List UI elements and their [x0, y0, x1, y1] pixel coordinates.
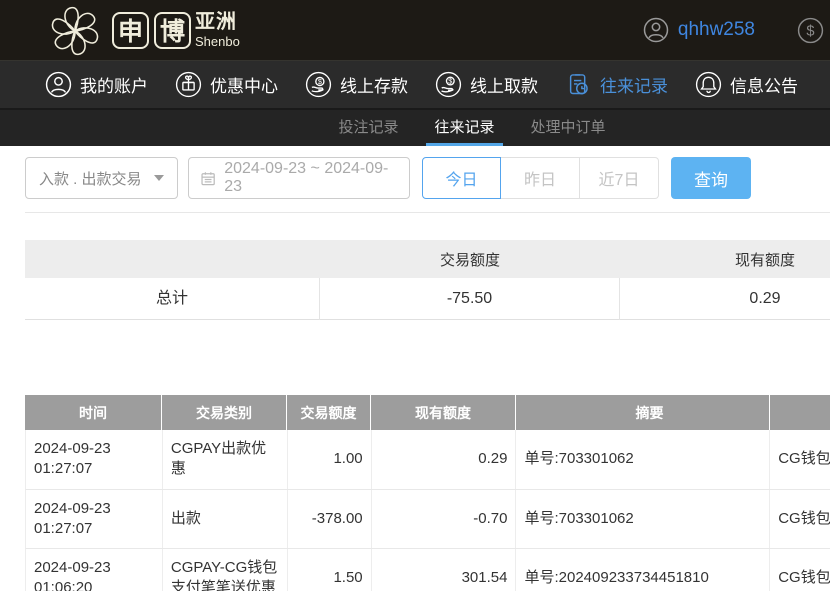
- nav-item-my-account[interactable]: 我的账户: [45, 71, 148, 98]
- nav-item-deposit[interactable]: $ 线上存款: [305, 71, 408, 98]
- cell-amount: -378.00: [288, 490, 372, 549]
- flower-logo-icon: [44, 0, 106, 62]
- summary-header-trade: 交易额度: [320, 249, 620, 270]
- transaction-type-select[interactable]: 入款 . 出款交易: [25, 157, 178, 199]
- table-row: 2024-09-23 01:27:07 CGPAY出款优惠 1.00 0.29 …: [25, 430, 830, 490]
- cell-balance: 301.54: [372, 549, 517, 591]
- summary-header-balance: 现有额度: [620, 249, 830, 270]
- svg-text:$: $: [318, 77, 322, 86]
- cell-extra: CG钱包: [770, 549, 830, 591]
- cell-amount: 1.50: [288, 549, 372, 591]
- cell-type: 出款: [163, 490, 288, 549]
- quick-range-group: 今日 昨日 近7日: [422, 157, 659, 199]
- account-person-icon: [45, 71, 72, 98]
- summary-trade-total: -75.50: [320, 278, 620, 320]
- user-avatar-icon[interactable]: [643, 17, 669, 43]
- cell-time: 2024-09-23 01:27:07: [26, 430, 163, 489]
- tab-pending-orders[interactable]: 处理中订单: [529, 110, 608, 146]
- today-button[interactable]: 今日: [422, 157, 501, 199]
- cell-memo: 单号:703301062: [516, 430, 770, 489]
- summary-total-row: 总计 -75.50 0.29: [25, 278, 830, 320]
- brand-name: 亚洲 Shenbo: [195, 12, 240, 48]
- table-row: 2024-09-23 01:06:20 CGPAY-CG钱包支付笔笔送优惠 1.…: [25, 549, 830, 591]
- chevron-down-icon: [154, 175, 164, 181]
- cell-extra: CG钱包-: [770, 490, 830, 549]
- main-navigation: 我的账户 优惠中心 $ 线上存款: [0, 60, 830, 108]
- col-header-extra: [770, 395, 830, 430]
- nav-item-announcements[interactable]: 信息公告: [695, 71, 798, 98]
- balance-money-icon[interactable]: $: [797, 17, 824, 44]
- col-header-memo: 摘要: [516, 395, 770, 430]
- summary-header-row: 交易额度 现有额度: [25, 240, 830, 278]
- withdraw-coin-hand-icon: $: [435, 71, 462, 98]
- tab-transaction-records[interactable]: 往来记录: [432, 110, 496, 146]
- nav-item-promotions[interactable]: 优惠中心: [175, 71, 278, 98]
- tab-bet-records[interactable]: 投注记录: [336, 110, 400, 146]
- col-header-amount: 交易额度: [287, 395, 371, 430]
- cell-time: 2024-09-23 01:27:07: [26, 490, 163, 549]
- calendar-icon: [200, 170, 216, 187]
- svg-text:$: $: [448, 77, 452, 86]
- svg-text:$: $: [806, 23, 814, 39]
- logo-char-box: 博: [154, 12, 191, 49]
- cell-memo: 单号:202409233734451810: [516, 549, 770, 591]
- bell-icon: [695, 71, 722, 98]
- date-range-input[interactable]: 2024-09-23 ~ 2024-09-23: [188, 157, 410, 199]
- last7days-button[interactable]: 近7日: [580, 157, 659, 199]
- cell-type: CGPAY-CG钱包支付笔笔送优惠: [163, 549, 288, 591]
- records-clipboard-clock-icon: [565, 71, 592, 98]
- username-label[interactable]: qhhw258: [678, 19, 755, 41]
- cell-balance: -0.70: [372, 490, 517, 549]
- section-divider: [25, 212, 830, 213]
- cell-balance: 0.29: [372, 430, 517, 489]
- col-header-balance: 现有额度: [371, 395, 516, 430]
- nav-item-withdraw[interactable]: $ 线上取款: [435, 71, 538, 98]
- logo-char-box: 申: [112, 12, 149, 49]
- cell-extra: CG钱包-: [770, 430, 830, 489]
- cell-amount: 1.00: [288, 430, 372, 489]
- filter-bar: 入款 . 出款交易 2024-09-23 ~ 2024-09-23 今日 昨日 …: [25, 157, 830, 199]
- records-subnav: 投注记录 往来记录 处理中订单: [0, 108, 830, 146]
- brand-logo[interactable]: 申 博: [112, 12, 191, 49]
- cell-time: 2024-09-23 01:06:20: [26, 549, 163, 591]
- col-header-type: 交易类别: [162, 395, 287, 430]
- col-header-time: 时间: [25, 395, 162, 430]
- transactions-header-row: 时间 交易类别 交易额度 现有额度 摘要: [25, 395, 830, 430]
- query-button[interactable]: 查询: [671, 157, 751, 199]
- table-row: 2024-09-23 01:27:07 出款 -378.00 -0.70 单号:…: [25, 490, 830, 550]
- summary-table: 交易额度 现有额度 总计 -75.50 0.29: [25, 240, 830, 320]
- yesterday-button[interactable]: 昨日: [501, 157, 580, 199]
- transactions-table: 时间 交易类别 交易额度 现有额度 摘要 2024-09-23 01:27:07…: [25, 395, 830, 591]
- top-header: 申 博 亚洲 Shenbo qhhw258 $: [0, 0, 830, 60]
- gift-icon: [175, 71, 202, 98]
- nav-item-transaction-records[interactable]: 往来记录: [565, 71, 668, 98]
- summary-total-label: 总计: [25, 278, 320, 320]
- cell-type: CGPAY出款优惠: [163, 430, 288, 489]
- deposit-coin-hand-icon: $: [305, 71, 332, 98]
- summary-balance-total: 0.29: [620, 278, 830, 320]
- cell-memo: 单号:703301062: [516, 490, 770, 549]
